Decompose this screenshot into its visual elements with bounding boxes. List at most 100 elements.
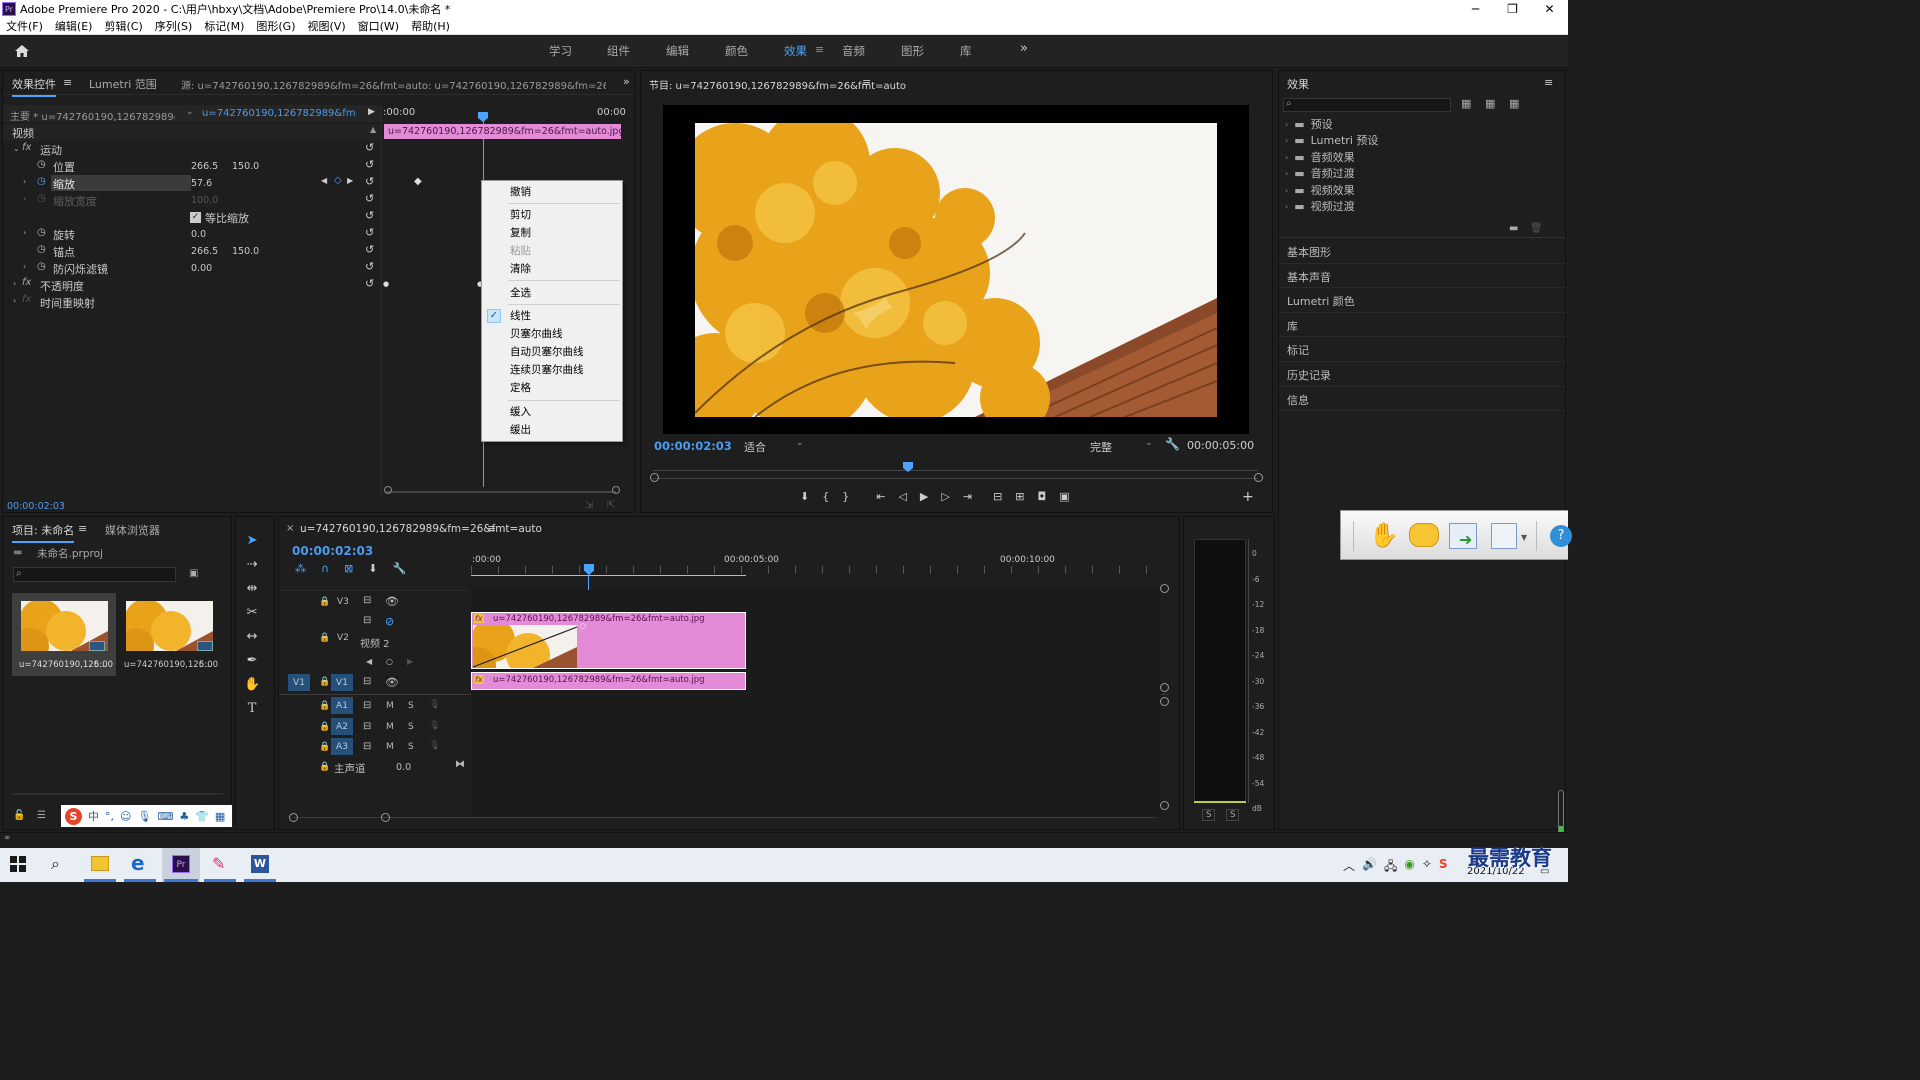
quality-dropdown-icon[interactable]: ⌄ <box>1145 438 1153 448</box>
workspace-menu-icon[interactable]: ≡ <box>815 43 824 56</box>
ec-timecode[interactable]: 00:00:02:03 <box>7 501 65 512</box>
eye-icon[interactable]: 👁 <box>385 595 399 608</box>
hscroll-handle[interactable] <box>381 813 390 822</box>
ime-shirt-icon[interactable]: 👕 <box>195 810 209 823</box>
position-y-value[interactable]: 150.0 <box>232 158 259 175</box>
eye-hidden-icon[interactable]: ⊘ <box>385 615 394 628</box>
antiflicker-value[interactable]: 0.00 <box>191 260 212 277</box>
rotation-value[interactable]: 0.0 <box>191 226 206 243</box>
reset-antiflicker-icon[interactable]: ↺ <box>365 260 374 273</box>
vscroll-handle[interactable] <box>1160 683 1169 692</box>
menu-item-clear[interactable]: 清除 <box>510 261 531 277</box>
work-area-bar[interactable] <box>471 575 746 576</box>
program-timecode[interactable]: 00:00:02:03 <box>654 439 732 453</box>
scale-expand-icon[interactable]: › <box>23 177 26 186</box>
menu-item-linear[interactable]: 线性 <box>510 308 531 324</box>
play-icon[interactable]: ▶ <box>920 490 928 503</box>
linked-selection-icon[interactable]: ⊠ <box>344 562 353 575</box>
workspace-audio[interactable]: 音频 <box>842 43 865 59</box>
section-info[interactable]: 信息 <box>1279 387 1565 412</box>
antiflicker-expand-icon[interactable]: › <box>23 262 26 271</box>
next-keyframe-icon[interactable]: ▶ <box>407 657 413 666</box>
razor-tool-icon[interactable]: ✂ <box>247 605 258 620</box>
menu-item-auto-bezier[interactable]: 自动贝塞尔曲线 <box>510 344 584 360</box>
source-patch-v1[interactable]: V1 <box>288 674 310 691</box>
close-button[interactable]: ✕ <box>1531 0 1568 18</box>
zoom-handle-left[interactable] <box>650 473 659 482</box>
vscroll-handle[interactable] <box>1160 584 1169 593</box>
minimize-button[interactable]: ─ <box>1457 0 1494 18</box>
menu-item-hold[interactable]: 定格 <box>510 380 531 396</box>
stopwatch-active-icon[interactable]: ◷ <box>37 176 46 187</box>
quality-dropdown[interactable]: 完整 <box>1090 439 1112 455</box>
lock-icon[interactable]: 🔒 <box>319 722 330 732</box>
dropdown-arrow-icon[interactable]: ▼ <box>1521 533 1527 542</box>
file-explorer-icon[interactable] <box>91 856 109 871</box>
voiceover-mic-icon[interactable]: 🎙 <box>429 700 440 710</box>
fit-dropdown[interactable]: 适合 <box>744 439 766 455</box>
hand-tool-icon[interactable]: ✋ <box>1369 521 1399 549</box>
comment-icon[interactable] <box>1409 523 1439 547</box>
next-keyframe-icon[interactable]: ▶ <box>347 176 353 185</box>
new-bin-icon[interactable]: ▬ <box>1509 223 1518 234</box>
eye-icon[interactable]: 👁 <box>385 676 399 689</box>
stopwatch-icon[interactable]: ◷ <box>37 261 46 272</box>
ime-punct-icon[interactable]: °, <box>105 810 114 823</box>
project-search-input[interactable] <box>13 567 176 582</box>
slip-tool-icon[interactable]: ↔ <box>247 629 258 644</box>
track-label-a2[interactable]: A2 <box>331 718 353 735</box>
menu-item-bezier[interactable]: 贝塞尔曲线 <box>510 326 563 342</box>
track-label-a3[interactable]: A3 <box>331 738 353 755</box>
opacity-keyframe-icon[interactable]: ● <box>383 280 389 288</box>
zoom-scrollbar[interactable] <box>653 478 1258 479</box>
panel-menu-icon[interactable]: ≡ <box>862 76 871 89</box>
prev-keyframe-icon[interactable]: ◀ <box>321 176 327 185</box>
track-select-tool-icon[interactable]: ⇢ <box>247 557 258 572</box>
effects-search-input[interactable] <box>1283 98 1451 112</box>
tree-video-transitions[interactable]: 视频过渡 <box>1311 199 1355 215</box>
lock-icon[interactable]: 🔓 <box>13 810 25 821</box>
zoom-handle-right[interactable] <box>1254 473 1263 482</box>
menu-item-ease-out[interactable]: 缓出 <box>510 422 531 438</box>
prev-keyframe-icon[interactable]: ◀ <box>366 657 372 666</box>
search-icon[interactable]: ⌕ <box>51 854 60 874</box>
scale-value[interactable]: 57.6 <box>191 175 212 192</box>
network-icon[interactable]: 🖧 <box>1384 857 1397 878</box>
reset-scale-icon[interactable]: ↺ <box>365 175 374 188</box>
nest-icon[interactable]: ⁂ <box>295 562 306 575</box>
lock-icon[interactable]: 🔒 <box>319 597 330 607</box>
menu-item-undo[interactable]: 撤销 <box>510 184 531 200</box>
tree-lumetri-presets[interactable]: Lumetri 预设 <box>1311 133 1379 149</box>
panel-menu-icon[interactable]: ≡ <box>63 76 72 89</box>
section-essential-sound[interactable]: 基本声音 <box>1279 264 1565 289</box>
32bit-effects-icon[interactable]: ▦ <box>1485 97 1495 110</box>
export-frame-icon[interactable]: ⇲ <box>585 500 593 511</box>
reset-rotation-icon[interactable]: ↺ <box>365 226 374 239</box>
lock-icon[interactable]: 🔒 <box>319 762 330 772</box>
meter-solo-right[interactable]: S <box>1226 809 1240 821</box>
workspace-assembly[interactable]: 组件 <box>607 43 630 59</box>
delete-icon[interactable]: 🗑 <box>1530 223 1543 234</box>
accelerated-effects-icon[interactable]: ▦ <box>1461 97 1471 110</box>
program-time-ruler[interactable] <box>653 463 1258 471</box>
word-icon[interactable]: W <box>251 855 269 873</box>
menu-graphics[interactable]: 图形(G) <box>250 18 301 34</box>
toggle-sync-icon[interactable]: ⊟ <box>363 676 371 687</box>
lock-icon[interactable]: 🔒 <box>319 701 330 711</box>
keyframe-diamond-icon[interactable]: ◆ <box>414 176 422 187</box>
ime-user-icon[interactable]: ♣ <box>179 810 189 823</box>
tray-app-icon[interactable]: ◉ <box>1404 857 1414 878</box>
voiceover-mic-icon[interactable]: 🎙 <box>429 721 440 731</box>
position-x-value[interactable]: 266.5 <box>191 158 218 175</box>
edge-browser-icon[interactable]: e <box>131 851 145 875</box>
step-back-icon[interactable]: ◁ <box>898 490 906 503</box>
list-view-icon[interactable]: ☰ <box>37 810 46 821</box>
toggle-sync-icon[interactable]: ⊟ <box>363 615 371 626</box>
track-label-v1[interactable]: V1 <box>331 674 353 691</box>
stopwatch-icon[interactable]: ◷ <box>37 227 46 238</box>
menu-view[interactable]: 视图(V) <box>302 18 352 34</box>
menu-item-continuous-bezier[interactable]: 连续贝塞尔曲线 <box>510 362 584 378</box>
stopwatch-icon[interactable]: ◷ <box>37 159 46 170</box>
tray-expand-icon[interactable]: ︿ <box>1343 857 1355 878</box>
sequence-clip-label[interactable]: u=742760190,126782989&fm=26&f... <box>202 108 357 119</box>
